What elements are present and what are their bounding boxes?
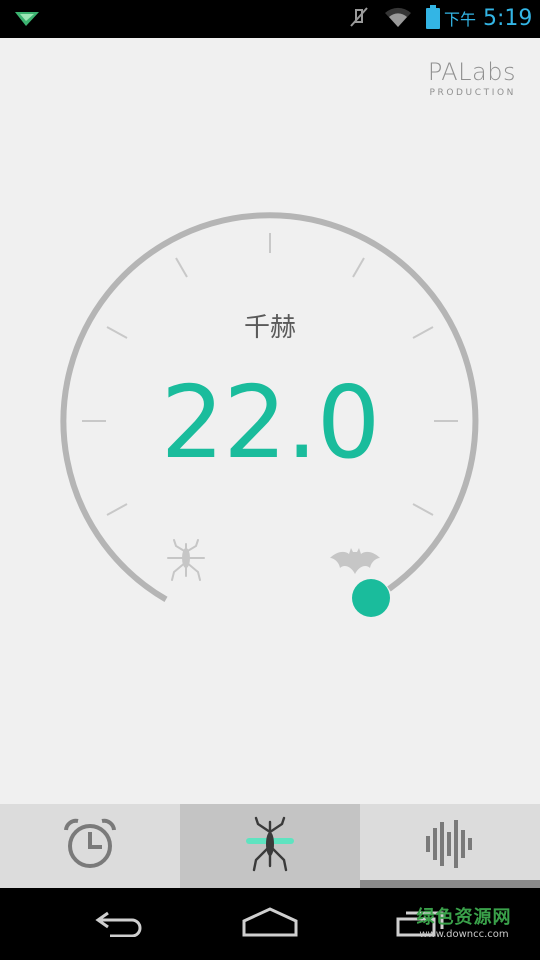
tab-indicator bbox=[360, 880, 540, 888]
tab-sound[interactable] bbox=[360, 804, 540, 888]
dial-tick bbox=[106, 326, 128, 339]
dial-tick bbox=[412, 326, 434, 339]
app-notification-icon bbox=[14, 10, 40, 32]
alarm-clock-icon bbox=[62, 818, 118, 874]
tab-mosquito[interactable] bbox=[180, 804, 360, 888]
recent-apps-icon bbox=[394, 907, 446, 941]
brand-subtitle: PRODUCTION bbox=[429, 88, 516, 98]
frequency-value: 22.0 bbox=[160, 364, 381, 481]
sound-wave-icon bbox=[422, 818, 478, 874]
frequency-unit: 千赫 bbox=[243, 313, 296, 343]
mosquito-icon bbox=[242, 816, 298, 876]
dial-tick bbox=[412, 503, 434, 516]
dial-tick bbox=[106, 503, 128, 516]
brand-name: PALabs bbox=[427, 58, 516, 86]
wifi-icon bbox=[384, 6, 412, 32]
tab-bar bbox=[0, 804, 540, 888]
home-icon bbox=[242, 907, 298, 941]
system-nav-bar bbox=[0, 888, 540, 960]
back-icon bbox=[94, 907, 146, 941]
battery-icon bbox=[426, 5, 440, 33]
back-button[interactable] bbox=[80, 902, 160, 946]
mosquito-icon bbox=[164, 538, 208, 582]
tab-alarm[interactable] bbox=[0, 804, 180, 888]
brand-logo: PALabs PRODUCTION bbox=[428, 58, 516, 98]
status-icons bbox=[348, 5, 440, 33]
clock-period: 下午 bbox=[444, 10, 477, 29]
bat-icon bbox=[330, 546, 380, 576]
home-button[interactable] bbox=[230, 902, 310, 946]
clock-time: 5:19 bbox=[483, 6, 533, 31]
recent-apps-button[interactable] bbox=[380, 902, 460, 946]
dial-tick bbox=[352, 257, 365, 278]
status-bar: 下午 5:19 bbox=[0, 0, 540, 38]
dial-knob[interactable] bbox=[352, 579, 390, 617]
mute-icon bbox=[348, 6, 370, 32]
dial-tick bbox=[175, 257, 188, 278]
